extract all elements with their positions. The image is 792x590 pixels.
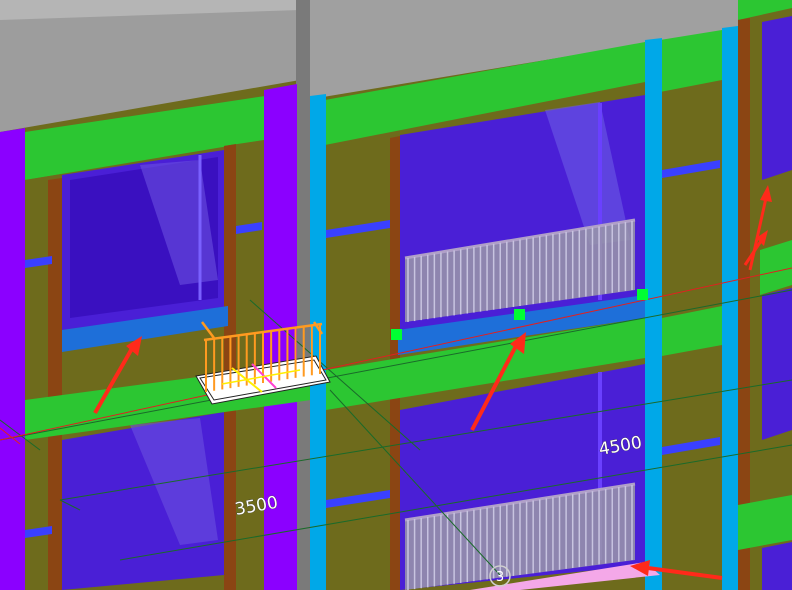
building-facade-scene[interactable]: 3500 4500 3 bbox=[0, 0, 792, 590]
window-mid-right[interactable] bbox=[762, 288, 792, 440]
grid-bubble-label: 3 bbox=[496, 570, 504, 585]
window-lower-right[interactable] bbox=[762, 542, 792, 590]
grip-point-1[interactable] bbox=[391, 329, 402, 340]
column-left-edge[interactable] bbox=[0, 128, 25, 590]
building-joint bbox=[296, 0, 310, 590]
3d-model-viewport[interactable]: 3500 4500 3 bbox=[0, 0, 792, 590]
column-cyan-right[interactable] bbox=[645, 38, 662, 590]
grip-point-3[interactable] bbox=[637, 289, 648, 300]
window-upper-right[interactable] bbox=[762, 16, 792, 180]
column-cyan-far[interactable] bbox=[722, 26, 738, 590]
grip-point-2[interactable] bbox=[514, 309, 525, 320]
